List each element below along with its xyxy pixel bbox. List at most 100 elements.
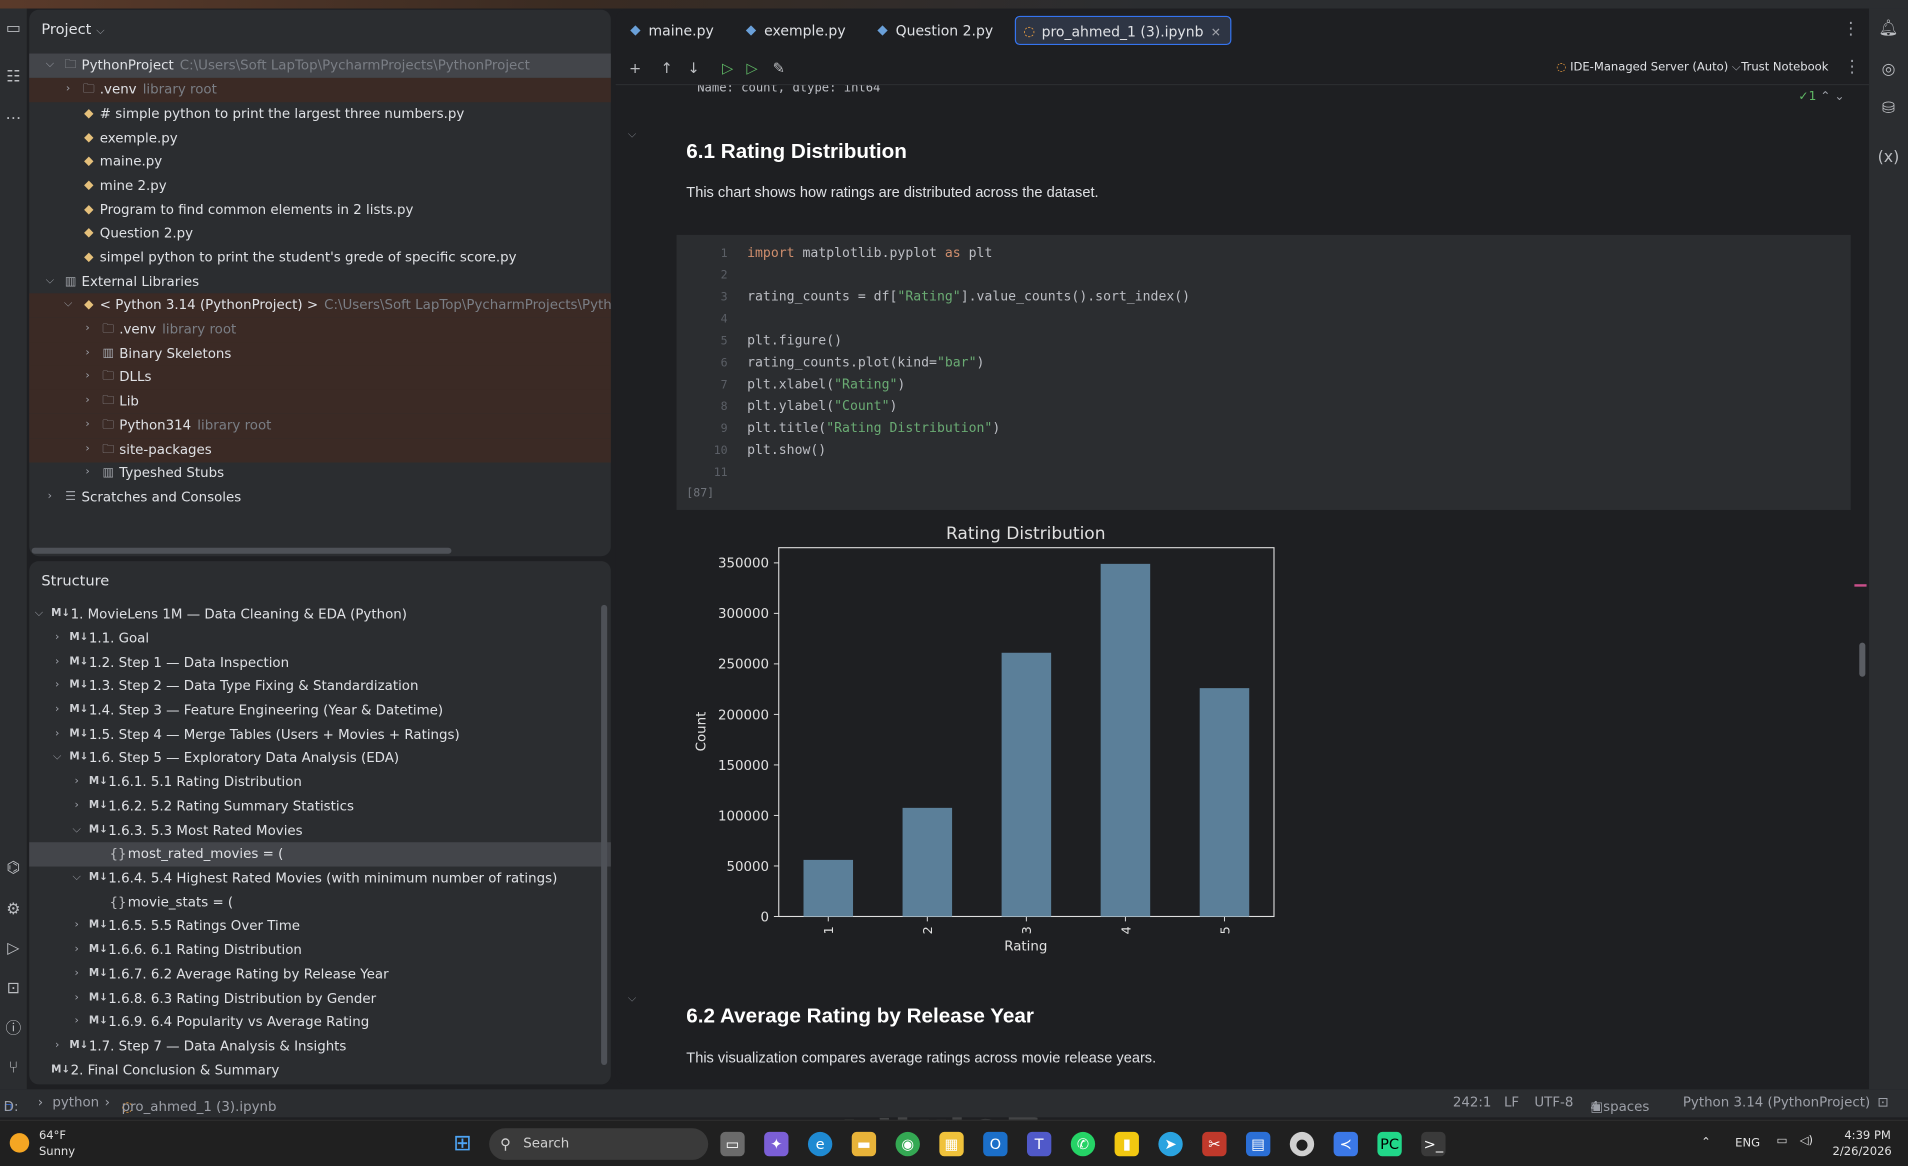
chevron-down-icon[interactable]: ⌵ xyxy=(51,746,63,770)
tree-item-lib-folder[interactable]: › 🗀 .venv library root xyxy=(29,317,611,342)
tree-item-lib-folder[interactable]: › 🗀 DLLs xyxy=(29,365,611,390)
outlook-icon[interactable]: O xyxy=(983,1131,1008,1157)
structure-item[interactable]: ⌵ M↓ 1.6.3. 5.3 Most Rated Movies xyxy=(29,819,611,843)
git-icon[interactable]: ⑂ xyxy=(2,1058,24,1080)
network-icon[interactable]: ▭ xyxy=(1777,1134,1788,1147)
chevron-down-icon[interactable]: ⌵ xyxy=(71,819,83,843)
chevron-down-icon[interactable]: ⌵ xyxy=(71,867,83,891)
caret-position[interactable]: 242:1 xyxy=(1453,1094,1492,1110)
tree-item-lib-folder[interactable]: › ▥ Binary Skeletons xyxy=(29,342,611,366)
chevron-right-icon[interactable]: › xyxy=(51,723,63,747)
structure-item[interactable]: ⌵ M↓ 1.6.4. 5.4 Highest Rated Movies (wi… xyxy=(29,867,611,891)
structure-item[interactable]: › M↓ 1.7. Step 7 — Data Analysis & Insig… xyxy=(29,1035,611,1059)
code-line[interactable]: plt.title("Rating Distribution") xyxy=(747,420,1000,436)
structure-item[interactable]: › M↓ 1.2. Step 1 — Data Inspection xyxy=(29,651,611,675)
chevron-right-icon[interactable]: › xyxy=(82,414,94,438)
chevron-right-icon[interactable]: › xyxy=(51,699,63,723)
code-line[interactable]: rating_counts = df["Rating"].value_count… xyxy=(747,288,1190,304)
python-packages-icon[interactable]: ⌬ xyxy=(2,858,24,880)
telegram-icon[interactable]: ➤ xyxy=(1158,1131,1183,1157)
tab-notebook-active[interactable]: ◌ pro_ahmed_1 (3).ipynb ✕ xyxy=(1014,15,1232,46)
structure-item[interactable]: › M↓ 1.6.6. 6.1 Rating Distribution xyxy=(29,938,611,962)
tab-question-2[interactable]: ◆ Question 2.py xyxy=(870,16,1003,45)
chevron-right-icon[interactable]: › xyxy=(71,795,83,819)
tree-item-lib-folder[interactable]: › 🗀 Lib xyxy=(29,389,611,414)
structure-item-selected[interactable]: {} most_rated_movies = ( xyxy=(29,842,611,867)
chevron-right-icon[interactable]: › xyxy=(82,365,94,389)
whatsapp-icon[interactable]: ✆ xyxy=(1070,1131,1096,1157)
breadcrumb-python[interactable]: python xyxy=(52,1094,99,1110)
tree-item-file[interactable]: ◆ exemple.py xyxy=(29,127,611,151)
structure-item[interactable]: › M↓ 1.3. Step 2 — Data Type Fixing & St… xyxy=(29,674,611,698)
chevron-right-icon[interactable]: › xyxy=(71,987,83,1011)
trust-notebook-button[interactable]: Trust Notebook xyxy=(1741,61,1828,74)
code-line[interactable]: rating_counts.plot(kind="bar") xyxy=(747,354,984,370)
chevron-right-icon[interactable]: › xyxy=(82,342,94,366)
variables-icon[interactable]: (x) xyxy=(1878,147,1900,169)
code-line[interactable]: import matplotlib.pyplot as plt xyxy=(747,245,992,261)
tray-chevron-icon[interactable]: ⌃ xyxy=(1701,1136,1711,1149)
structure-item[interactable]: ⌵ M↓ 1.6. Step 5 — Exploratory Data Anal… xyxy=(29,746,611,770)
chevron-right-icon[interactable]: › xyxy=(51,627,63,651)
terminal-icon[interactable]: ⊡ xyxy=(2,979,24,1001)
code-cell[interactable]: 1 2 3 4 5 6 7 8 9 10 11 import matplotli… xyxy=(676,234,1851,510)
tabs-more-icon[interactable]: ⋮ xyxy=(1842,19,1859,38)
chevron-down-icon[interactable]: ⌵ xyxy=(62,293,74,317)
terminal-app-icon[interactable]: >_ xyxy=(1421,1131,1446,1157)
add-cell-icon[interactable]: + xyxy=(625,58,644,77)
chevron-down-icon[interactable]: ⌵ xyxy=(44,54,56,78)
problems-icon[interactable]: ⓘ xyxy=(2,1019,24,1041)
chevron-right-icon[interactable]: › xyxy=(71,914,83,938)
volume-icon[interactable]: ◁) xyxy=(1800,1134,1813,1147)
clear-outputs-icon[interactable]: ✎ xyxy=(769,58,788,77)
obs-icon[interactable]: ● xyxy=(1289,1131,1315,1157)
tree-item-lib-folder[interactable]: › 🗀 Python314 library root xyxy=(29,413,611,438)
ai-chat-icon[interactable]: ◎ xyxy=(1878,60,1900,82)
lock-icon[interactable]: ⊡ xyxy=(1878,1094,1889,1110)
close-icon[interactable]: ✕ xyxy=(1211,27,1221,40)
tree-item-file[interactable]: ◆ Question 2.py xyxy=(29,222,611,246)
code-line[interactable]: plt.xlabel("Rating") xyxy=(747,376,905,392)
remote-desktop-icon[interactable]: ▤ xyxy=(1246,1131,1271,1157)
structure-item[interactable]: › M↓ 1.6.7. 6.2 Average Rating by Releas… xyxy=(29,963,611,987)
chevron-right-icon[interactable]: › xyxy=(71,938,83,962)
run-cell-icon[interactable]: ▷ xyxy=(718,58,737,77)
tree-item-lib-folder[interactable]: › ▥ Typeshed Stubs xyxy=(29,461,611,485)
structure-item[interactable]: › M↓ 1.1. Goal xyxy=(29,627,611,651)
structure-tool-icon[interactable]: ☷ xyxy=(2,67,24,89)
structure-item[interactable]: › M↓ 1.5. Step 4 — Merge Tables (Users +… xyxy=(29,723,611,747)
chevron-right-icon[interactable]: › xyxy=(82,318,94,342)
pycharm-icon[interactable]: PC xyxy=(1377,1131,1402,1157)
tree-item-file[interactable]: ◆ # simple python to print the largest t… xyxy=(29,102,611,126)
chevron-right-icon[interactable]: › xyxy=(51,651,63,675)
folder-icon[interactable]: ▭ xyxy=(2,18,24,40)
run-all-icon[interactable]: ▷ xyxy=(742,58,761,77)
chevron-right-icon[interactable]: › xyxy=(51,1035,63,1059)
tree-item-python-sdk[interactable]: ⌵ ◆ < Python 3.14 (PythonProject) > C:\Us… xyxy=(29,293,611,318)
interpreter-selector[interactable]: Python 3.14 (PythonProject) xyxy=(1683,1094,1870,1110)
chevron-right-icon[interactable]: › xyxy=(82,438,94,462)
fold-cell-icon[interactable]: ⌵ xyxy=(628,129,636,141)
database-icon[interactable]: ⛁ xyxy=(1878,99,1900,121)
code-line[interactable]: plt.figure() xyxy=(747,332,842,348)
inspection-badge[interactable]: ✓1 ⌃ ⌄ xyxy=(1798,90,1844,103)
file-explorer-icon[interactable]: ▬ xyxy=(851,1131,877,1157)
tools-icon[interactable]: ✂ xyxy=(1202,1131,1227,1157)
chevron-right-icon[interactable]: › xyxy=(51,674,63,698)
structure-item[interactable]: › M↓ 1.6.5. 5.5 Ratings Over Time xyxy=(29,914,611,938)
chrome-icon[interactable]: ◉ xyxy=(895,1131,920,1157)
tab-maine[interactable]: ◆ maine.py xyxy=(623,16,723,45)
tree-item-file[interactable]: ◆ Program to find common elements in 2 l… xyxy=(29,198,611,222)
tree-item-lib-folder[interactable]: › 🗀 site-packages xyxy=(29,438,611,463)
tree-item-file[interactable]: ◆ simpel python to print the student's g… xyxy=(29,246,611,270)
chevron-right-icon[interactable]: › xyxy=(71,1010,83,1034)
code-line[interactable]: plt.ylabel("Count") xyxy=(747,398,897,414)
structure-item[interactable]: › M↓ 1.4. Step 3 — Feature Engineering (… xyxy=(29,699,611,723)
move-down-icon[interactable]: ↓ xyxy=(684,58,703,77)
chevron-right-icon[interactable]: › xyxy=(71,963,83,987)
chevron-right-icon[interactable]: › xyxy=(62,78,74,102)
file-encoding[interactable]: UTF-8 xyxy=(1534,1094,1573,1110)
windows-start-icon[interactable]: ⊞ xyxy=(450,1131,474,1156)
chevron-down-icon[interactable]: ⌵ xyxy=(44,270,56,294)
structure-item[interactable]: {} movie_stats = ( xyxy=(29,891,611,915)
